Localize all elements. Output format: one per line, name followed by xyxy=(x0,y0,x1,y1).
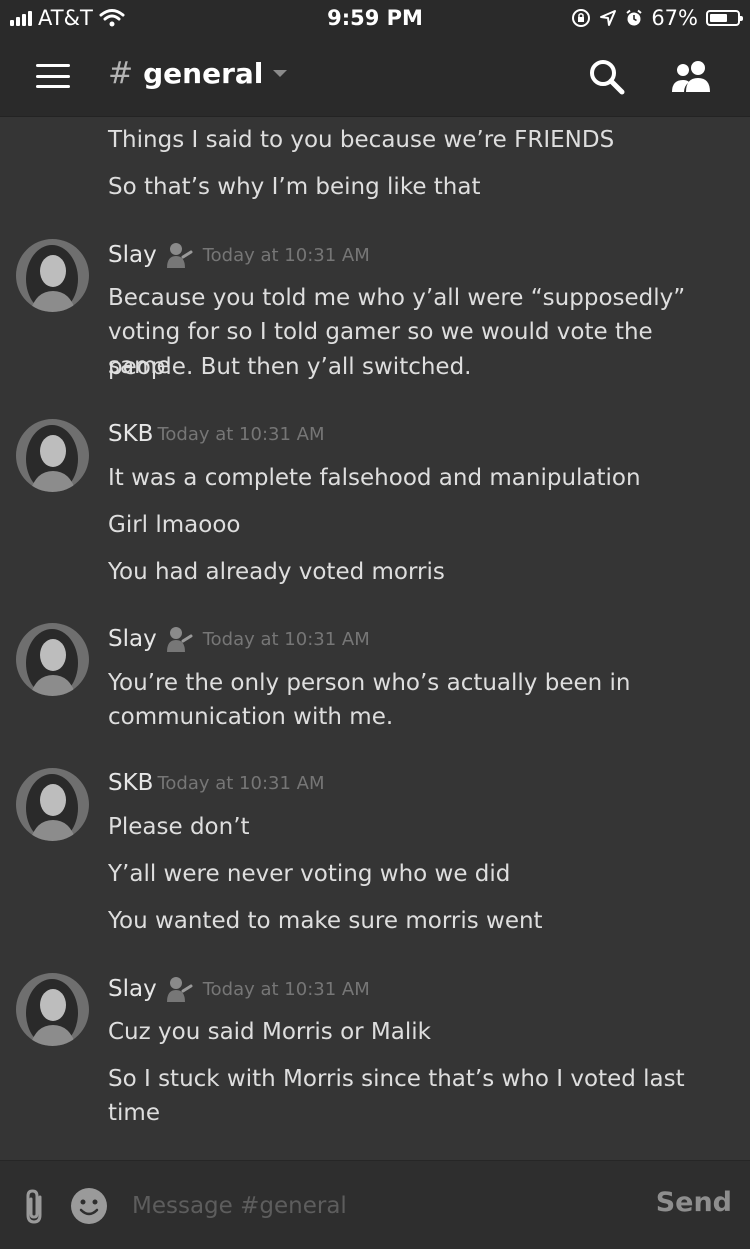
message-line: time xyxy=(108,1100,160,1126)
message-composer: Send xyxy=(0,1160,750,1249)
message-line: Cuz you said Morris or Malik xyxy=(108,1019,431,1045)
message-header: Slay Today at 10:31 AM xyxy=(108,240,370,270)
message-header: SKB Today at 10:31 AM xyxy=(108,770,325,796)
orientation-lock-icon xyxy=(572,9,591,27)
menu-icon[interactable] xyxy=(36,64,70,88)
attachment-icon[interactable] xyxy=(20,1187,50,1227)
message-line: You’re the only person who’s actually be… xyxy=(108,670,631,696)
message-header: Slay Today at 10:31 AM xyxy=(108,974,370,1004)
timestamp: Today at 10:31 AM xyxy=(157,423,325,445)
author-name[interactable]: Slay xyxy=(108,626,157,652)
message-line: Because you told me who y’all were “supp… xyxy=(108,285,686,311)
avatar[interactable] xyxy=(16,239,89,312)
timestamp: Today at 10:31 AM xyxy=(202,628,370,650)
members-icon[interactable] xyxy=(668,58,716,96)
hash-icon: # xyxy=(108,56,134,91)
send-button[interactable]: Send xyxy=(656,1187,732,1218)
chevron-down-icon xyxy=(273,70,288,77)
avatar[interactable] xyxy=(16,768,89,841)
channel-title[interactable]: # general xyxy=(108,56,288,91)
message-line: You had already voted morris xyxy=(108,559,445,585)
search-icon[interactable] xyxy=(588,58,626,96)
channel-name: general xyxy=(143,57,264,90)
battery-percent: 67% xyxy=(651,6,698,30)
author-name[interactable]: SKB xyxy=(108,770,153,796)
status-right: 67% xyxy=(571,6,743,30)
message-header: Slay Today at 10:31 AM xyxy=(108,624,370,654)
message-line: communication with me. xyxy=(108,704,394,730)
message-line: people. But then y’all switched. xyxy=(108,354,472,380)
message-line: So that’s why I’m being like that xyxy=(108,174,481,200)
author-name[interactable]: SKB xyxy=(108,421,153,447)
avatar[interactable] xyxy=(16,973,89,1046)
message-input[interactable] xyxy=(130,1185,634,1227)
avatar[interactable] xyxy=(16,419,89,492)
person-tipping-hand-icon xyxy=(166,977,193,1002)
message-line: It was a complete falsehood and manipula… xyxy=(108,465,641,491)
timestamp: Today at 10:31 AM xyxy=(202,244,370,266)
location-icon xyxy=(600,10,617,26)
timestamp: Today at 10:31 AM xyxy=(202,978,370,1000)
message-line: You wanted to make sure morris went xyxy=(108,908,543,934)
author-name[interactable]: Slay xyxy=(108,242,157,268)
author-name[interactable]: Slay xyxy=(108,976,157,1002)
battery-icon xyxy=(706,10,743,26)
message-header: SKB Today at 10:31 AM xyxy=(108,421,325,447)
status-bar: AT&T 9:59 PM 67% xyxy=(0,0,750,36)
message-line: Things I said to you because we’re FRIEN… xyxy=(108,127,615,153)
channel-header: # general xyxy=(0,36,750,117)
message-line: Y’all were never voting who we did xyxy=(108,861,511,887)
alarm-icon xyxy=(626,9,642,26)
message-list[interactable]: Things I said to you because we’re FRIEN… xyxy=(0,117,750,1160)
avatar[interactable] xyxy=(16,623,89,696)
message-line: Girl lmaooo xyxy=(108,512,241,538)
timestamp: Today at 10:31 AM xyxy=(157,772,325,794)
message-line: So I stuck with Morris since that’s who … xyxy=(108,1066,685,1092)
message-line: Please don’t xyxy=(108,814,250,840)
person-tipping-hand-icon xyxy=(166,243,193,268)
person-tipping-hand-icon xyxy=(166,627,193,652)
emoji-icon[interactable] xyxy=(70,1187,108,1225)
